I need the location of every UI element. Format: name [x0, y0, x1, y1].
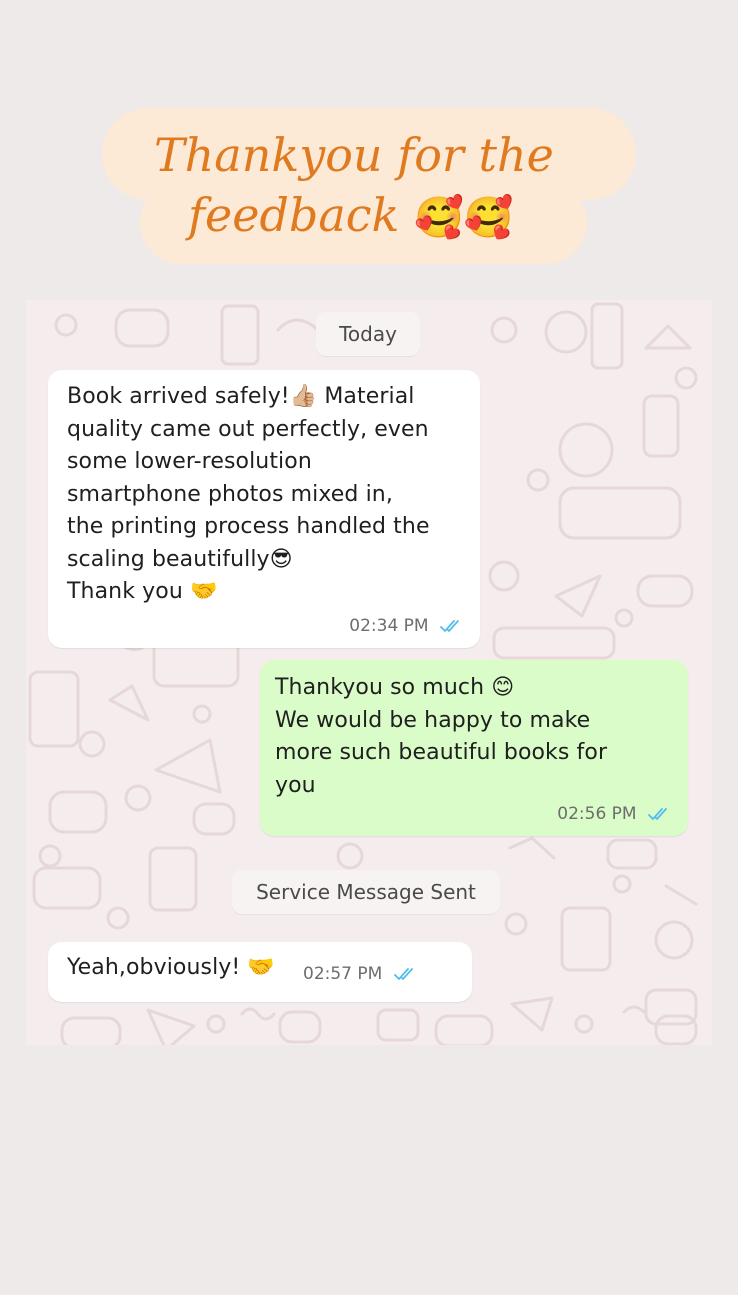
chat-screenshot: Today Book arrived safely!👍🏼 Material qu… — [26, 300, 712, 1045]
banner-title-line-1: Thankyou for the — [154, 128, 554, 182]
read-double-tick-icon — [393, 968, 413, 980]
message-meta: 02:34 PM — [349, 616, 462, 636]
service-message-pill: Service Message Sent — [232, 870, 500, 914]
message-meta: 02:56 PM — [557, 804, 670, 824]
date-separator-pill: Today — [316, 312, 420, 356]
message-meta: 02:57 PM — [303, 964, 416, 984]
read-double-tick-icon — [648, 808, 667, 820]
banner-title-line-2: feedback 🥰🥰 — [188, 192, 514, 238]
feedback-banner: Thankyou for the feedback 🥰🥰 — [102, 108, 636, 264]
read-double-tick-icon — [440, 620, 459, 632]
banner-title-word: feedback — [188, 188, 400, 242]
incoming-message-bubble[interactable]: Yeah,obviously! 🤝 02:57 PM — [48, 942, 472, 1002]
outgoing-message-bubble[interactable]: Thankyou so much 😊 We would be happy to … — [260, 660, 688, 836]
message-text: Book arrived safely!👍🏼 Material quality … — [67, 384, 430, 604]
smiling-face-with-hearts-icon: 🥰🥰 — [414, 195, 514, 241]
message-text: Yeah,obviously! 🤝 — [67, 955, 275, 980]
message-time: 02:34 PM — [349, 616, 429, 636]
incoming-message-bubble[interactable]: Book arrived safely!👍🏼 Material quality … — [48, 370, 480, 648]
message-time: 02:56 PM — [557, 804, 637, 824]
message-time: 02:57 PM — [303, 964, 383, 984]
message-text: Thankyou so much 😊 We would be happy to … — [275, 675, 608, 798]
